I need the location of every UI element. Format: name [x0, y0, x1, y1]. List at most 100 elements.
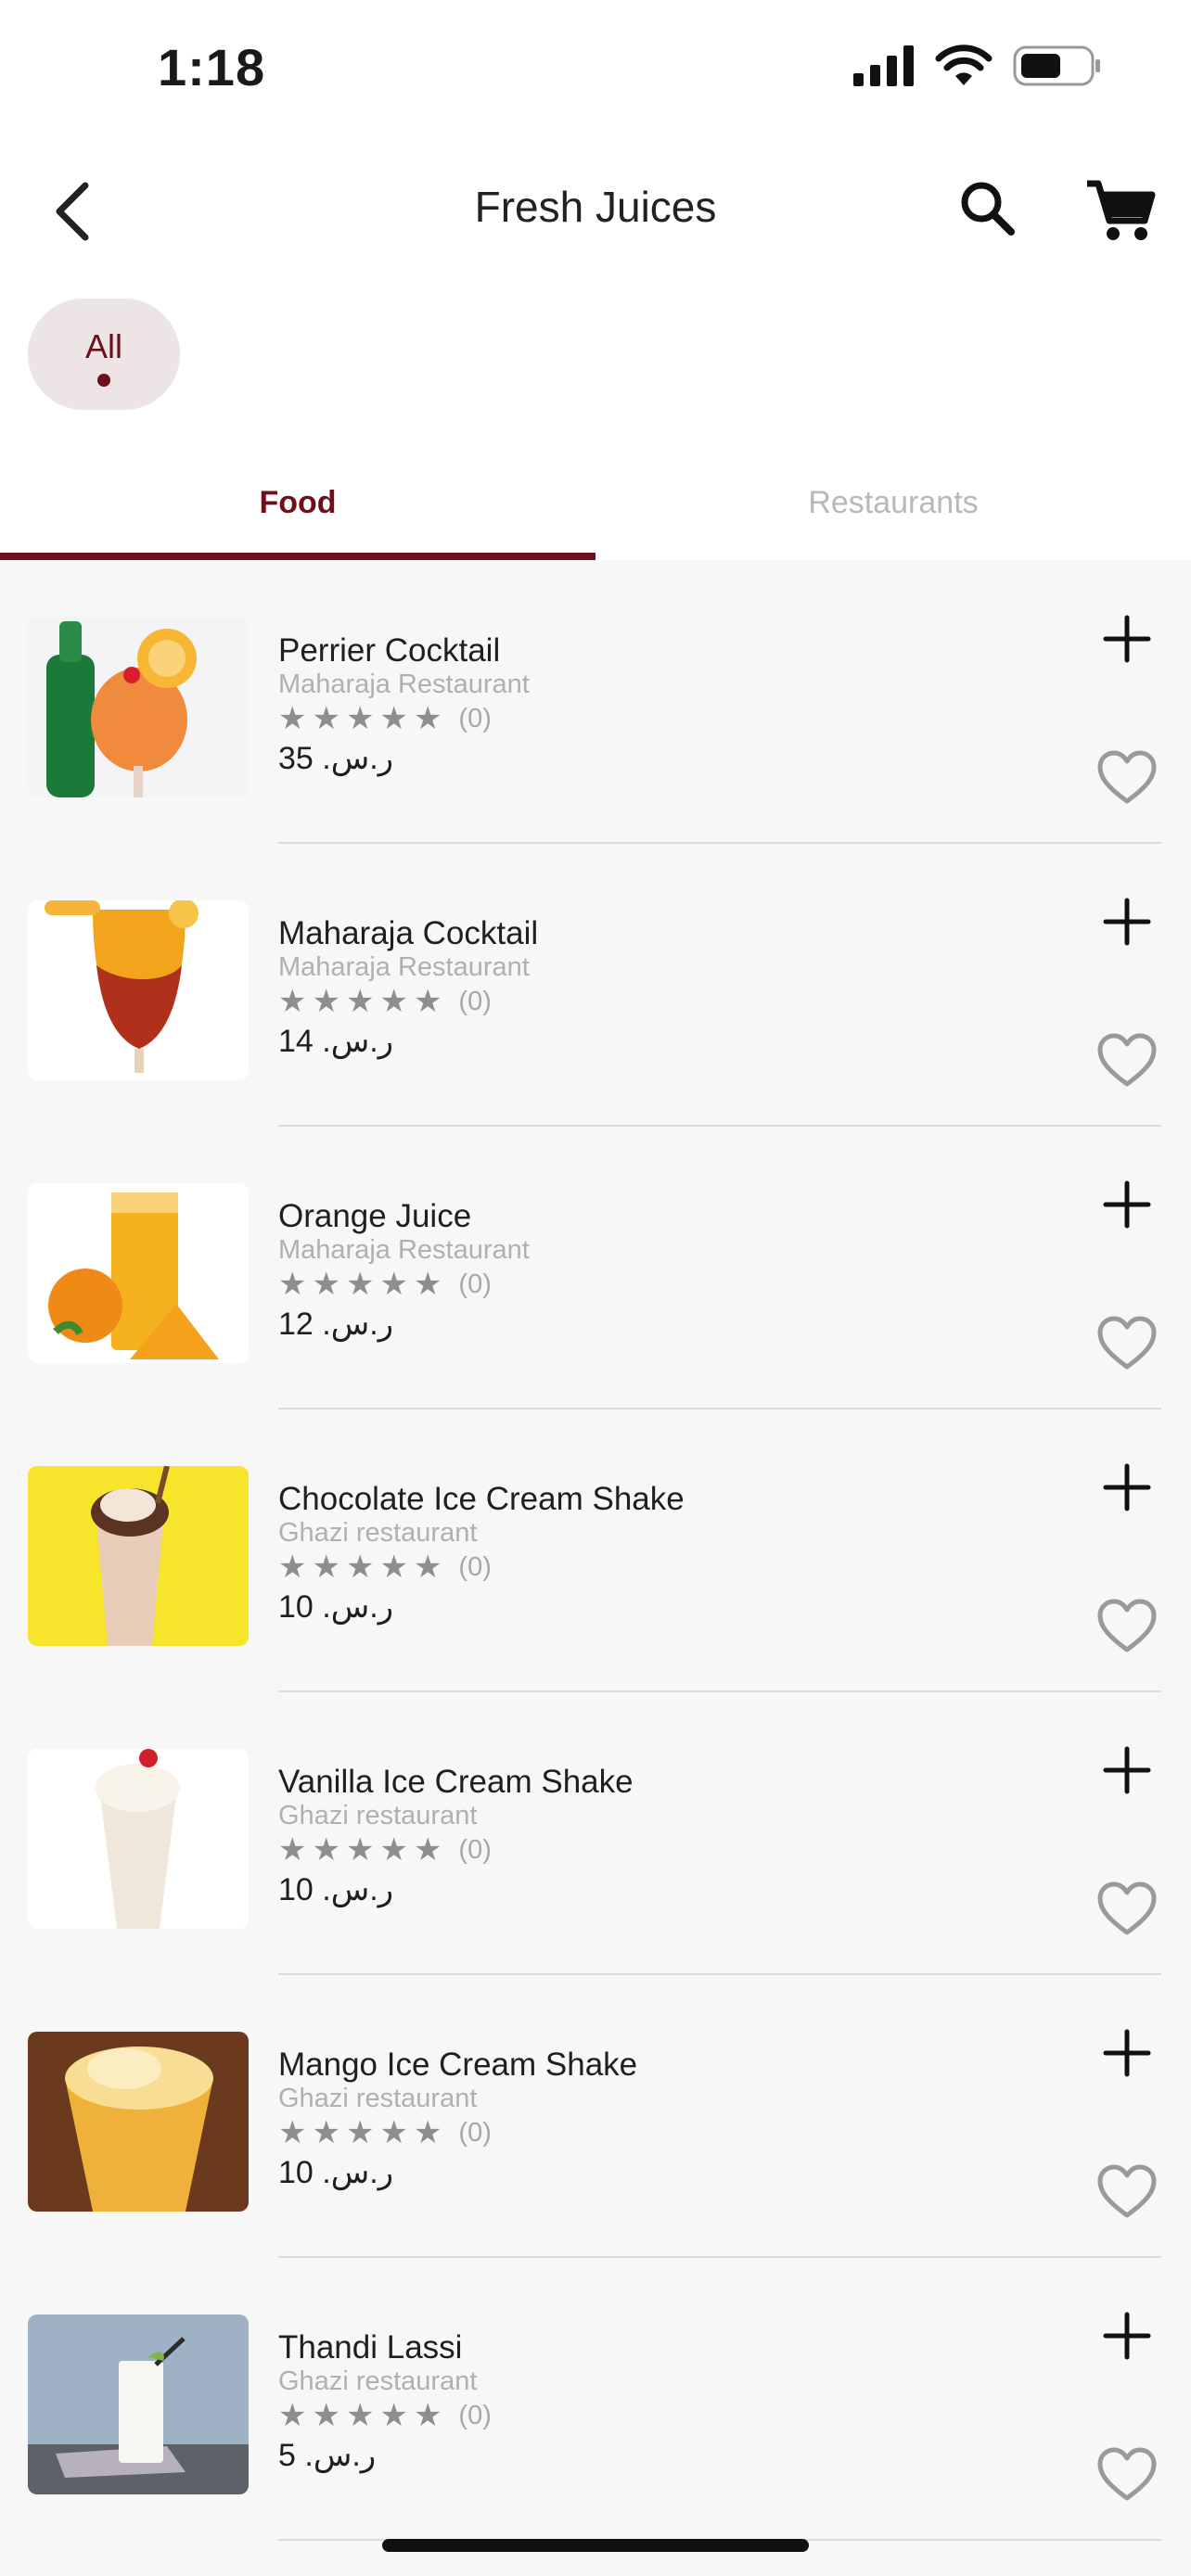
tab-restaurants[interactable]: Restaurants: [596, 445, 1191, 560]
item-rating: ★ ★ ★ ★ ★ (0): [278, 2117, 492, 2149]
plus-icon: [1103, 898, 1151, 946]
favorite-button[interactable]: [1093, 1309, 1161, 1378]
item-rating: ★ ★ ★ ★ ★ (0): [278, 703, 492, 734]
star-icon: ★: [413, 984, 442, 1019]
star-icon: ★: [345, 1549, 375, 1585]
star-icon: ★: [345, 701, 375, 736]
star-icon: ★: [278, 1832, 307, 1868]
star-icon: ★: [413, 1832, 442, 1868]
item-restaurant: Maharaja Restaurant: [278, 952, 530, 982]
plus-icon: [1103, 1180, 1151, 1229]
star-icon: ★: [379, 2398, 408, 2433]
plus-icon: [1103, 1746, 1151, 1794]
item-price: ر.س. 10: [278, 1589, 394, 1625]
plus-icon: [1103, 2312, 1151, 2360]
plus-icon: [1103, 615, 1151, 663]
item-restaurant: Ghazi restaurant: [278, 2366, 478, 2396]
heart-outline-icon: [1097, 1316, 1157, 1370]
add-to-cart-button[interactable]: [1095, 2021, 1159, 2085]
item-image: [28, 1183, 249, 1363]
status-time: 1:18: [158, 38, 266, 96]
star-icon: ★: [312, 2398, 340, 2433]
item-price: ر.س. 14: [278, 1024, 394, 1059]
star-icon: ★: [312, 701, 340, 736]
add-to-cart-button[interactable]: [1095, 1738, 1159, 1803]
item-image: [28, 2315, 249, 2494]
star-icon: ★: [345, 984, 375, 1019]
item-name: Chocolate Ice Cream Shake: [278, 1481, 685, 1517]
item-image: [28, 1749, 249, 1929]
star-icon: ★: [278, 984, 307, 1019]
heart-outline-icon: [1097, 1599, 1157, 1652]
list-item[interactable]: Orange Juice Maharaja Restaurant ★ ★ ★ ★ ★ (…: [0, 1126, 1191, 1409]
wifi-icon: [935, 45, 992, 85]
star-icon: ★: [379, 701, 408, 736]
item-rating: ★ ★ ★ ★ ★ (0): [278, 986, 492, 1017]
item-image: [28, 618, 249, 797]
add-to-cart-button[interactable]: [1095, 1172, 1159, 1237]
item-restaurant: Ghazi restaurant: [278, 2084, 478, 2113]
add-to-cart-button[interactable]: [1095, 889, 1159, 954]
star-icon: ★: [345, 2115, 375, 2150]
star-icon: ★: [345, 1267, 375, 1302]
list-item[interactable]: Chocolate Ice Cream Shake Ghazi restaura…: [0, 1409, 1191, 1692]
star-icon: ★: [379, 1267, 408, 1302]
favorite-button[interactable]: [1093, 2158, 1161, 2226]
status-icons: [853, 45, 1102, 87]
star-icon: ★: [312, 1549, 340, 1585]
list-item[interactable]: Maharaja Cocktail Maharaja Restaurant ★ ★…: [0, 843, 1191, 1127]
list-item[interactable]: Perrier Cocktail Maharaja Restaurant ★ ★ ★…: [0, 560, 1191, 844]
star-icon: ★: [413, 2115, 442, 2150]
star-icon: ★: [278, 2398, 307, 2433]
rating-count: (0): [458, 1551, 492, 1582]
plus-icon: [1103, 1463, 1151, 1511]
star-icon: ★: [312, 1267, 340, 1302]
search-button[interactable]: [955, 176, 1020, 241]
top-app-bar: Fresh Juices: [0, 148, 1191, 269]
item-price: ر.س. 10: [278, 1872, 394, 1907]
favorite-button[interactable]: [1093, 744, 1161, 812]
favorite-button[interactable]: [1093, 2441, 1161, 2509]
cart-button[interactable]: [1083, 174, 1158, 249]
home-indicator[interactable]: [382, 2539, 809, 2552]
star-icon: ★: [345, 1832, 375, 1868]
item-restaurant: Ghazi restaurant: [278, 1518, 478, 1548]
tab-food[interactable]: Food: [0, 445, 596, 560]
add-to-cart-button[interactable]: [1095, 606, 1159, 671]
star-icon: ★: [345, 2398, 375, 2433]
star-icon: ★: [379, 1832, 408, 1868]
cart-icon: [1087, 180, 1156, 240]
item-restaurant: Ghazi restaurant: [278, 1801, 478, 1830]
item-name: Perrier Cocktail: [278, 632, 501, 669]
item-name: Mango Ice Cream Shake: [278, 2047, 638, 2083]
status-bar: 1:18: [0, 0, 1191, 139]
star-icon: ★: [413, 1549, 442, 1585]
list-item[interactable]: Thandi Lassi Ghazi restaurant ★ ★ ★ ★ ★ (0) …: [0, 2257, 1191, 2541]
item-restaurant: Maharaja Restaurant: [278, 1235, 530, 1265]
chip-label: All: [84, 327, 122, 365]
favorite-button[interactable]: [1093, 1875, 1161, 1944]
rating-count: (0): [458, 1269, 492, 1299]
heart-outline-icon: [1097, 2164, 1157, 2218]
list-item[interactable]: Mango Ice Cream Shake Ghazi restaurant ★…: [0, 1974, 1191, 2258]
item-image: [28, 1466, 249, 1646]
tab-active-indicator: [0, 553, 596, 560]
star-icon: ★: [278, 1267, 307, 1302]
star-icon: ★: [312, 984, 340, 1019]
item-rating: ★ ★ ★ ★ ★ (0): [278, 2400, 492, 2431]
rating-count: (0): [458, 703, 492, 733]
favorite-button[interactable]: [1093, 1027, 1161, 1095]
favorite-button[interactable]: [1093, 1592, 1161, 1661]
star-icon: ★: [379, 1549, 408, 1585]
rating-count: (0): [458, 2117, 492, 2148]
add-to-cart-button[interactable]: [1095, 2303, 1159, 2368]
item-image: [28, 2032, 249, 2212]
star-icon: ★: [413, 701, 442, 736]
item-price: ر.س. 35: [278, 741, 394, 776]
add-to-cart-button[interactable]: [1095, 1455, 1159, 1520]
chip-selected-dot: [97, 374, 110, 387]
food-list: Perrier Cocktail Maharaja Restaurant ★ ★ ★…: [0, 560, 1191, 2576]
filter-chip-all[interactable]: All: [28, 299, 180, 410]
list-item[interactable]: Vanilla Ice Cream Shake Ghazi restaurant…: [0, 1691, 1191, 1975]
item-price: ر.س. 10: [278, 2155, 394, 2190]
